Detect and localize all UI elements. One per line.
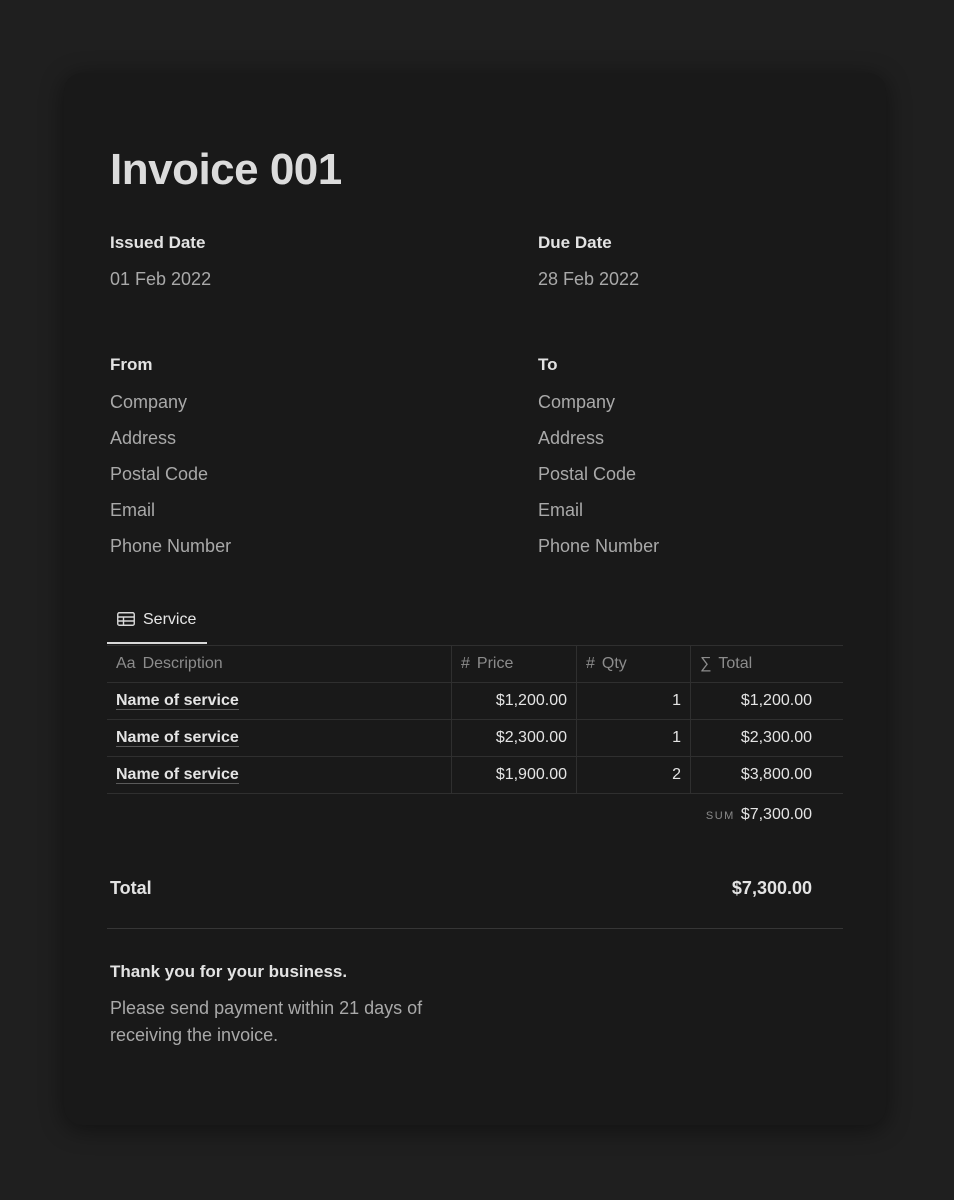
column-header-price[interactable]: # Price — [452, 646, 577, 682]
column-header-label: Description — [142, 655, 223, 672]
due-date-label: Due Date — [538, 233, 612, 252]
tab-service[interactable]: Service — [107, 609, 207, 644]
column-header-label: Total — [718, 655, 753, 672]
service-name-link[interactable]: Name of service — [116, 692, 239, 710]
total-value: $7,300.00 — [731, 878, 812, 898]
tab-service-label: Service — [143, 611, 197, 628]
column-header-description[interactable]: Aa Description — [107, 646, 452, 682]
table-row[interactable]: Name of service $1,900.00 2 $3,800.00 — [107, 757, 843, 794]
column-header-label: Price — [476, 655, 514, 672]
to-address[interactable]: Address — [538, 428, 604, 449]
issued-date-label: Issued Date — [110, 233, 206, 252]
to-email[interactable]: Email — [538, 500, 583, 521]
table-icon — [117, 612, 135, 626]
cell-total: $2,300.00 — [740, 729, 812, 746]
formula-property-icon: ∑ — [700, 655, 712, 672]
from-phone[interactable]: Phone Number — [110, 536, 231, 557]
table-row[interactable]: Name of service $1,200.00 1 $1,200.00 — [107, 683, 843, 720]
cell-description[interactable]: Name of service — [107, 757, 452, 793]
number-property-icon: # — [586, 655, 595, 672]
cell-qty[interactable]: 2 — [577, 757, 691, 793]
service-table: Aa Description # Price # Qty ∑ Total Nam… — [107, 645, 843, 794]
cell-price[interactable]: $1,900.00 — [452, 757, 577, 793]
cell-qty[interactable]: 1 — [577, 683, 691, 719]
divider — [107, 928, 843, 929]
cell-total: $1,200.00 — [740, 692, 812, 709]
cell-price[interactable]: $2,300.00 — [452, 720, 577, 756]
invoice-card: Invoice 001 Issued Date 01 Feb 2022 Due … — [64, 73, 886, 1125]
cell-qty[interactable]: 1 — [577, 720, 691, 756]
to-phone[interactable]: Phone Number — [538, 536, 659, 557]
due-date-value[interactable]: 28 Feb 2022 — [538, 269, 639, 290]
from-label: From — [110, 355, 153, 374]
from-company[interactable]: Company — [110, 392, 187, 413]
to-company[interactable]: Company — [538, 392, 615, 413]
sum-label: SUM — [705, 810, 735, 822]
table-sum-row[interactable]: SUM $7,300.00 — [107, 806, 812, 824]
service-name-link[interactable]: Name of service — [116, 729, 239, 747]
from-postal-code[interactable]: Postal Code — [110, 464, 208, 485]
from-email[interactable]: Email — [110, 500, 155, 521]
cell-price[interactable]: $1,200.00 — [452, 683, 577, 719]
column-header-total[interactable]: ∑ Total — [691, 646, 843, 682]
cell-total: $3,800.00 — [740, 766, 812, 783]
cell-description[interactable]: Name of service — [107, 720, 452, 756]
table-header-row: Aa Description # Price # Qty ∑ Total — [107, 646, 843, 683]
column-header-qty[interactable]: # Qty — [577, 646, 691, 682]
column-header-label: Qty — [601, 655, 627, 672]
to-label: To — [538, 355, 558, 374]
total-label: Total — [110, 878, 152, 898]
payment-note: Please send payment within 21 days of re… — [110, 998, 423, 1045]
text-property-icon: Aa — [116, 655, 136, 672]
table-row[interactable]: Name of service $2,300.00 1 $2,300.00 — [107, 720, 843, 757]
to-postal-code[interactable]: Postal Code — [538, 464, 636, 485]
sum-value: $7,300.00 — [740, 806, 812, 823]
service-name-link[interactable]: Name of service — [116, 766, 239, 784]
from-address[interactable]: Address — [110, 428, 176, 449]
cell-description[interactable]: Name of service — [107, 683, 452, 719]
thank-you-heading: Thank you for your business. — [110, 962, 348, 981]
page-title: Invoice 001 — [110, 145, 342, 194]
issued-date-value[interactable]: 01 Feb 2022 — [110, 269, 211, 290]
number-property-icon: # — [461, 655, 470, 672]
